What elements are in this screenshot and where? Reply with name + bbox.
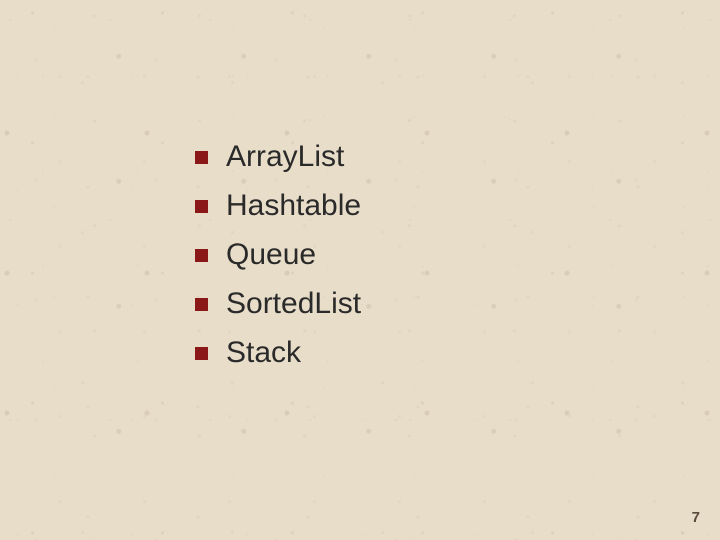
bullet-text: ArrayList xyxy=(226,140,344,174)
bullet-text: Queue xyxy=(226,238,316,272)
list-item: Hashtable xyxy=(195,189,361,223)
bullet-square-icon xyxy=(195,249,208,262)
list-item: Stack xyxy=(195,336,361,370)
bullet-text: Stack xyxy=(226,336,301,370)
bullet-text: SortedList xyxy=(226,287,361,321)
bullet-square-icon xyxy=(195,298,208,311)
bullet-square-icon xyxy=(195,200,208,213)
bullet-text: Hashtable xyxy=(226,189,361,223)
bullet-square-icon xyxy=(195,151,208,164)
page-number: 7 xyxy=(692,509,700,526)
list-item: ArrayList xyxy=(195,140,361,174)
list-item: Queue xyxy=(195,238,361,272)
slide-content: ArrayList Hashtable Queue SortedList Sta… xyxy=(195,140,361,385)
list-item: SortedList xyxy=(195,287,361,321)
bullet-square-icon xyxy=(195,347,208,360)
